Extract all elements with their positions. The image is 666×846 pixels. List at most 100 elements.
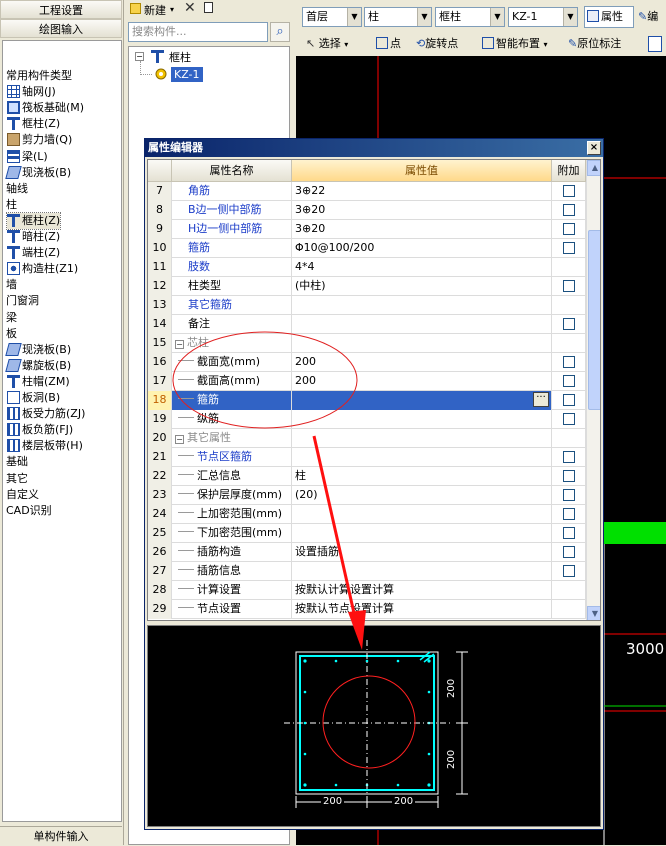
tree-item[interactable]: 轴网(J) [7,84,56,100]
property-row[interactable]: 16 截面宽(mm) 200 [148,353,586,372]
project-settings-button[interactable]: 工程设置 [0,0,122,19]
property-value[interactable]: 200 [292,372,552,391]
new-dropdown-icon[interactable]: ▾ [170,5,174,14]
tree-item[interactable]: 板洞(B) [7,390,60,406]
rotate-point-button[interactable]: ⟲旋转点 [416,34,458,54]
property-row[interactable]: 9 H边一侧中部筋 3⊕20 [148,220,586,239]
tree-item[interactable]: 梁 [6,310,17,326]
point-button[interactable]: 点 [376,34,401,54]
property-row[interactable]: 21 节点区箍筋 [148,448,586,467]
component-search-input[interactable]: 搜索构件... [128,22,268,42]
property-value[interactable]: 3⊕20 [292,220,552,239]
property-row[interactable]: 11 肢数 4*4 [148,258,586,277]
extra-checkbox[interactable] [563,527,575,539]
extra-checkbox[interactable] [563,413,575,425]
tree-item[interactable]: 板负筋(FJ) [7,422,73,438]
property-value[interactable]: 柱 [292,467,552,486]
property-value[interactable] [292,562,552,581]
tree-item[interactable]: 螺旋板(B) [5,358,71,374]
floor-select[interactable]: 首层 ▼ [302,7,362,27]
property-value[interactable]: (20) [292,486,552,505]
extra-checkbox[interactable] [563,546,575,558]
edit-button[interactable]: ✎编 [638,8,658,24]
new-component-icon[interactable] [130,2,141,15]
type-select[interactable]: 框柱 ▼ [435,7,505,27]
tree-item[interactable]: 板 [6,326,17,342]
property-value[interactable]: 按默认节点设置计算 [292,600,552,619]
extra-checkbox[interactable] [563,185,575,197]
extra-checkbox[interactable] [563,470,575,482]
tree-item[interactable]: 常用构件类型 [6,68,72,84]
tree-item[interactable]: 轴线 [6,181,28,197]
property-row[interactable]: 8 B边一侧中部筋 3⊕20 [148,201,586,220]
property-value[interactable] [292,296,552,315]
property-row[interactable]: 13 其它箍筋 [148,296,586,315]
extra-checkbox[interactable] [563,508,575,520]
tree-item[interactable]: 框柱(Z) [5,211,62,230]
property-row[interactable]: 26 插筋构造 设置插筋 [148,543,586,562]
property-button[interactable]: 属性 [584,6,634,28]
property-row[interactable]: 27 插筋信息 [148,562,586,581]
tree-item[interactable]: 门窗洞 [6,293,39,309]
tree-item[interactable]: 基础 [6,454,28,470]
scroll-up-icon[interactable]: ▲ [587,160,600,176]
toolbar-overflow-icon[interactable] [648,36,662,52]
extra-checkbox[interactable] [563,565,575,577]
property-row[interactable]: 20− 其它属性 [148,429,586,448]
property-row[interactable]: 19 纵筋 [148,410,586,429]
property-row[interactable]: 29 节点设置 按默认节点设置计算 [148,600,586,619]
delete-icon[interactable]: ✕ [184,0,196,16]
close-icon[interactable]: × [587,141,601,155]
tree-item[interactable]: 板受力筋(ZJ) [7,406,85,422]
property-value[interactable]: (中柱) [292,277,552,296]
property-row[interactable]: 22 汇总信息 柱 [148,467,586,486]
tree-item[interactable]: 框柱(Z) [7,116,60,132]
property-value[interactable] [292,410,552,429]
property-value[interactable] [292,429,552,448]
tree-item[interactable]: 柱帽(ZM) [7,374,70,390]
property-row[interactable]: 12 柱类型 (中柱) [148,277,586,296]
property-row[interactable]: 24 上加密范围(mm) [148,505,586,524]
property-value[interactable]: 按默认计算设置计算 [292,581,552,600]
property-value[interactable] [292,505,552,524]
property-row[interactable]: 18 箍筋 ··· [148,391,586,410]
tree-item[interactable]: 端柱(Z) [7,245,60,261]
extra-checkbox[interactable] [563,356,575,368]
tree-item[interactable]: 墙 [6,277,17,293]
tree-item[interactable]: CAD识别 [6,503,52,519]
select-button[interactable]: ↖ 选择 ▾ [306,34,348,54]
property-scrollbar[interactable]: ▲ ▼ [586,160,600,620]
component-select[interactable]: KZ-1 ▼ [508,7,578,27]
tree-item[interactable]: 现浇板(B) [5,342,71,358]
property-value[interactable] [292,334,552,353]
property-row[interactable]: 10 箍筋 Φ10@100/200 [148,239,586,258]
tree-item[interactable]: 暗柱(Z) [7,229,60,245]
property-value[interactable]: 200 [292,353,552,372]
tree-item[interactable]: 构造柱(Z1) [7,261,78,277]
tree-item[interactable]: 梁(L) [7,149,48,165]
extra-checkbox[interactable] [563,318,575,330]
scroll-thumb[interactable] [588,230,600,410]
extra-checkbox[interactable] [563,223,575,235]
tree-item[interactable]: 现浇板(B) [5,165,71,181]
property-value[interactable] [292,448,552,467]
property-row[interactable]: 17 截面高(mm) 200 [148,372,586,391]
drawing-input-button[interactable]: 绘图输入 [0,19,122,38]
tree-item[interactable]: 柱 [6,197,17,213]
extra-checkbox[interactable] [563,451,575,463]
property-row[interactable]: 15− 芯柱 [148,334,586,353]
property-value[interactable] [292,315,552,334]
collapse-icon[interactable]: − [135,52,144,61]
tree-root-label[interactable]: 框柱 [169,49,191,65]
extra-checkbox[interactable] [563,242,575,254]
tree-item[interactable]: 自定义 [6,487,39,503]
property-value[interactable] [292,524,552,543]
component-kz1-item[interactable]: KZ-1 [171,67,203,82]
search-icon[interactable]: ⌕ [270,22,290,42]
tree-item[interactable]: 剪力墙(Q) [7,132,72,148]
extra-checkbox[interactable] [563,489,575,501]
single-component-input-button[interactable]: 单构件输入 [0,826,122,845]
extra-checkbox[interactable] [563,280,575,292]
tree-item[interactable]: 筏板基础(M) [7,100,84,116]
property-row[interactable]: 23 保护层厚度(mm) (20) [148,486,586,505]
